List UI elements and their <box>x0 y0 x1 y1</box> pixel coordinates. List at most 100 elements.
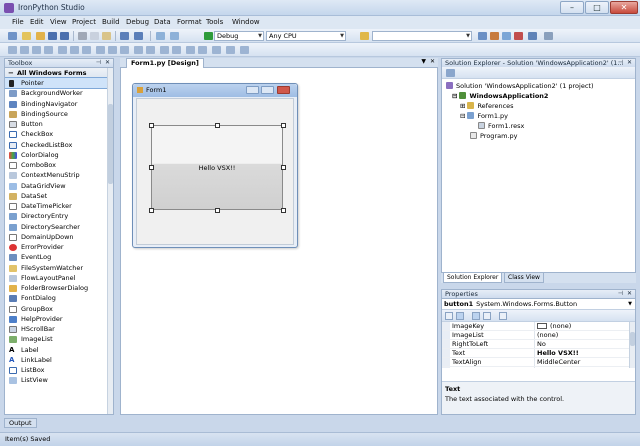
tree-form1-py[interactable]: ⊟ Form1.py <box>460 112 508 121</box>
menu-project[interactable]: Project <box>72 18 96 26</box>
resize-handle[interactable] <box>281 123 286 128</box>
pin-icon[interactable]: ⊣ <box>618 59 623 67</box>
property-row[interactable]: ImageList (none) <box>442 331 635 340</box>
align-rights-icon[interactable] <box>44 46 53 54</box>
start-debugging-icon[interactable] <box>204 32 213 40</box>
scrollbar-thumb[interactable] <box>108 104 113 184</box>
collapse-icon[interactable]: ⊟ <box>452 92 457 100</box>
tree-form1-resx[interactable]: Form1.resx <box>478 122 524 131</box>
toolbox-item[interactable]: HScrollBar <box>5 324 113 334</box>
navigate-forward-icon[interactable] <box>170 32 179 40</box>
toolbar-options-icon[interactable] <box>544 32 553 40</box>
menu-format[interactable]: Format <box>177 18 202 26</box>
toolbox-item[interactable]: ContextMenuStrip <box>5 170 113 180</box>
menu-debug[interactable]: Debug <box>126 18 149 26</box>
close-icon[interactable]: ✕ <box>430 58 435 65</box>
close-icon[interactable]: ✕ <box>105 59 110 67</box>
close-button[interactable]: ✕ <box>610 1 638 14</box>
align-lefts-icon[interactable] <box>20 46 29 54</box>
toolbox-item[interactable]: CheckBox <box>5 129 113 139</box>
properties-window-icon[interactable] <box>490 32 499 40</box>
resize-handle[interactable] <box>281 165 286 170</box>
vertical-spacing-icon[interactable] <box>146 46 155 54</box>
make-same-size-icon[interactable] <box>120 46 129 54</box>
menu-data[interactable]: Data <box>154 18 171 26</box>
toolbox-item[interactable]: Button <box>5 119 113 129</box>
minimize-button[interactable]: – <box>560 1 584 14</box>
properties-icon[interactable] <box>472 312 480 320</box>
toolbox-item[interactable]: FontDialog <box>5 293 113 303</box>
resize-handle[interactable] <box>149 123 154 128</box>
collapse-icon[interactable]: ⊟ <box>460 112 465 120</box>
property-grid-scrollbar[interactable] <box>629 322 635 368</box>
toolbox-item[interactable]: ComboBox <box>5 160 113 170</box>
redo-icon[interactable] <box>134 32 143 40</box>
property-row[interactable]: ImageKey (none) <box>442 322 635 331</box>
save-all-icon[interactable] <box>60 32 69 40</box>
toolbox-item[interactable]: ImageList <box>5 334 113 344</box>
find-in-files-icon[interactable] <box>360 32 369 40</box>
solution-config-combo[interactable]: Debug ▼ <box>214 31 264 41</box>
cut-icon[interactable] <box>78 32 87 40</box>
solution-explorer-icon[interactable] <box>478 32 487 40</box>
toolbox-item[interactable]: DataSet <box>5 191 113 201</box>
toolbox-item[interactable]: BackgroundWorker <box>5 88 113 98</box>
scrollbar-thumb[interactable] <box>630 332 635 346</box>
tree-references[interactable]: ⊞ References <box>460 102 514 111</box>
toolbox-item[interactable]: FlowLayoutPanel <box>5 273 113 283</box>
center-horizontally-icon[interactable] <box>160 46 169 54</box>
events-icon[interactable] <box>483 312 491 320</box>
toolbox-item[interactable]: ErrorProvider <box>5 242 113 252</box>
menu-edit[interactable]: Edit <box>30 18 44 26</box>
bring-to-front-icon[interactable] <box>186 46 195 54</box>
toolbox-item[interactable]: FileSystemWatcher <box>5 263 113 273</box>
property-row[interactable]: Text Hello VSX!! <box>442 349 635 358</box>
toolbox-item[interactable]: CheckedListBox <box>5 140 113 150</box>
menu-file[interactable]: File <box>12 18 24 26</box>
property-row[interactable]: TextAlign MiddleCenter <box>442 358 635 367</box>
tab-output[interactable]: Output <box>4 418 37 428</box>
property-pages-icon[interactable] <box>499 312 507 320</box>
toolbox-item[interactable]: DomainUpDown <box>5 232 113 242</box>
toolbox-item[interactable]: EventLog <box>5 252 113 262</box>
make-same-width-icon[interactable] <box>96 46 105 54</box>
expand-icon[interactable]: ⊞ <box>460 102 465 110</box>
tab-solution-explorer[interactable]: Solution Explorer <box>443 273 503 283</box>
undo-icon[interactable] <box>120 32 129 40</box>
toolbox-icon[interactable] <box>514 32 523 40</box>
button1-control[interactable]: Hello VSX!! <box>151 125 283 210</box>
pin-icon[interactable]: ⊣ <box>618 290 623 298</box>
toolbar-options-icon[interactable] <box>240 46 249 54</box>
toolbox-item[interactable]: GroupBox <box>5 304 113 314</box>
tab-order-icon[interactable] <box>212 46 221 54</box>
menu-view[interactable]: View <box>50 18 67 26</box>
horizontal-spacing-icon[interactable] <box>134 46 143 54</box>
tree-program-py[interactable]: Program.py <box>470 132 517 141</box>
tree-project[interactable]: ⊟ WindowsApplication2 <box>452 92 548 101</box>
menu-tools[interactable]: Tools <box>206 18 223 26</box>
resize-handle[interactable] <box>215 208 220 213</box>
toolbox-item-pointer[interactable]: Pointer <box>5 76 113 90</box>
toolbox-item[interactable]: BindingNavigator <box>5 99 113 109</box>
align-centers-icon[interactable] <box>32 46 41 54</box>
close-icon[interactable]: ✕ <box>627 59 632 67</box>
show-all-files-icon[interactable] <box>446 69 455 77</box>
send-to-back-icon[interactable] <box>198 46 207 54</box>
find-combo[interactable]: ▼ <box>372 31 472 41</box>
paste-icon[interactable] <box>102 32 111 40</box>
pin-icon[interactable]: ⊣ <box>96 59 101 67</box>
align-to-grid-icon[interactable] <box>8 46 17 54</box>
toolbox-scrollbar[interactable] <box>107 68 113 414</box>
toolbox-item[interactable]: BindingSource <box>5 109 113 119</box>
open-icon[interactable] <box>36 32 45 40</box>
resize-handle[interactable] <box>149 208 154 213</box>
add-item-icon[interactable] <box>22 32 31 40</box>
start-page-icon[interactable] <box>528 32 537 40</box>
property-value[interactable]: Hello VSX!! <box>537 349 579 358</box>
menu-window[interactable]: Window <box>232 18 260 26</box>
resize-handle[interactable] <box>149 165 154 170</box>
toolbox-item[interactable]: ColorDialog <box>5 150 113 160</box>
toolbox-item[interactable]: FolderBrowserDialog <box>5 283 113 293</box>
resize-handle[interactable] <box>215 123 220 128</box>
align-bottoms-icon[interactable] <box>82 46 91 54</box>
